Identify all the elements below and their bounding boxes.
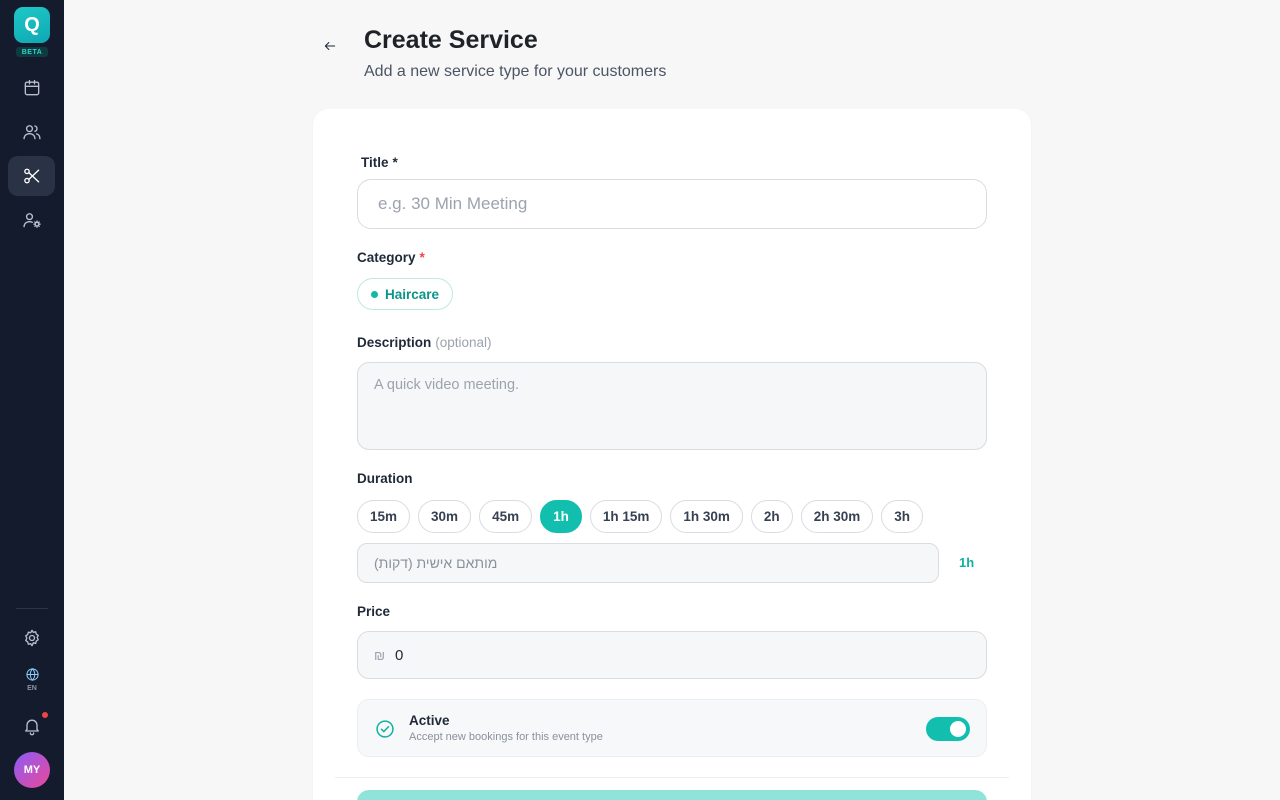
duration-options: 15m 30m 45m 1h 1h 15m 1h 30m 2h 2h 30m 3…: [357, 500, 923, 533]
duration-option-2h[interactable]: 2h: [750, 500, 793, 533]
sidebar-item-calendar[interactable]: [8, 68, 55, 108]
bell-icon: [24, 719, 39, 736]
category-chip-haircare[interactable]: Haircare: [357, 278, 454, 310]
language-label: EN: [27, 685, 37, 692]
page-title: Create Service: [364, 26, 538, 54]
notification-dot: [42, 712, 48, 718]
calendar-icon: [24, 79, 39, 96]
duration-option-1h-15m[interactable]: 1h 15m: [589, 500, 663, 533]
sidebar-item-customers[interactable]: [8, 112, 55, 152]
description-input[interactable]: [357, 362, 987, 450]
duration-readout: 1h: [959, 555, 975, 570]
sidebar-item-services[interactable]: [8, 156, 55, 196]
price-value: 0: [395, 646, 404, 664]
active-subtitle: Accept new bookings for this event type: [409, 731, 603, 743]
beta-badge: BETA: [16, 47, 48, 57]
app-logo[interactable]: Q: [14, 7, 50, 43]
duration-option-45m[interactable]: 45m: [479, 500, 533, 533]
active-title: Active: [409, 713, 450, 728]
submit-button[interactable]: [357, 790, 987, 800]
service-form-card: Title* Category* Haircare Description(op…: [313, 109, 1031, 800]
category-label-text: Category: [357, 250, 416, 265]
check-circle-icon: [375, 719, 395, 739]
duration-option-2h-30m[interactable]: 2h 30m: [800, 500, 874, 533]
description-label-text: Description: [357, 335, 432, 350]
custom-duration-input[interactable]: [357, 543, 939, 583]
toggle-knob: [950, 721, 966, 737]
page-subtitle: Add a new service type for your customer…: [364, 63, 667, 80]
sidebar-divider: [16, 608, 48, 609]
sidebar-item-staff[interactable]: [8, 200, 55, 240]
back-button[interactable]: [318, 34, 342, 58]
card-divider: [335, 777, 1009, 778]
duration-option-1h-30m[interactable]: 1h 30m: [670, 500, 743, 533]
duration-option-15m[interactable]: 15m: [357, 500, 411, 533]
category-required-mark: *: [419, 250, 425, 265]
title-label-text: Title: [361, 155, 389, 170]
settings-button[interactable]: [8, 618, 55, 658]
title-input[interactable]: [357, 179, 987, 229]
duration-option-1h[interactable]: 1h: [540, 500, 582, 533]
price-input[interactable]: ₪ 0: [357, 631, 987, 679]
scissors-icon: [23, 168, 39, 184]
title-label: Title *: [361, 155, 398, 170]
duration-option-30m[interactable]: 30m: [418, 500, 472, 533]
users-icon: [22, 125, 41, 140]
globe-icon: [25, 668, 39, 681]
description-label: Description (optional): [357, 335, 492, 350]
active-toggle[interactable]: [926, 717, 970, 741]
active-setting: Active Accept new bookings for this even…: [357, 699, 987, 757]
currency-symbol: ₪: [374, 647, 386, 663]
title-required-mark: *: [392, 155, 398, 170]
sidebar: Q BETA EN MY: [0, 0, 64, 800]
gear-icon: [24, 629, 39, 647]
category-dot: [371, 290, 378, 298]
language-switcher[interactable]: EN: [16, 667, 48, 697]
category-chip-label: Haircare: [385, 286, 440, 302]
price-label: Price: [357, 604, 391, 619]
user-gear-icon: [22, 213, 41, 228]
duration-option-3h[interactable]: 3h: [881, 500, 923, 533]
arrow-left-icon: [324, 41, 336, 51]
notifications-button[interactable]: [8, 706, 55, 746]
duration-label: Duration: [357, 471, 413, 486]
category-label: Category *: [357, 250, 425, 265]
user-avatar[interactable]: MY: [14, 752, 50, 788]
description-optional-hint: (optional): [435, 335, 492, 350]
